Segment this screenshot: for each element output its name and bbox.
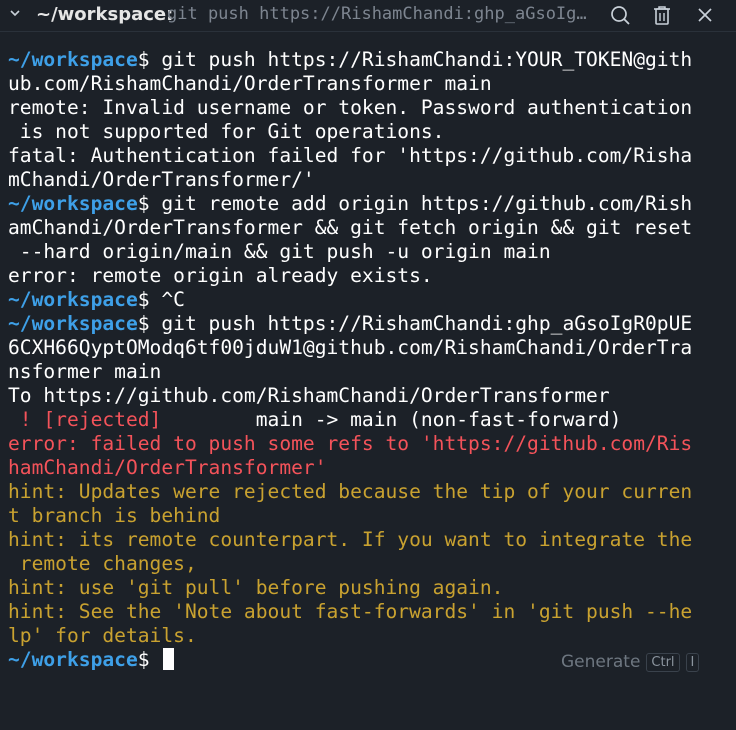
terminal-line: ~/workspace$ git push https://RishamChan… <box>8 48 732 72</box>
tab-command-preview: git push https://RishamChandi:ghp_aGsoIg… <box>167 4 595 24</box>
output-text: To https://github.com/RishamChandi/Order… <box>8 384 610 407</box>
terminal-line: ! [rejected] main -> main (non-fast-forw… <box>8 408 732 432</box>
terminal-line: ~/workspace$ git remote add origin https… <box>8 192 732 216</box>
output-text: fatal: Authentication failed for 'https:… <box>8 144 693 167</box>
prompt-path: ~/workspace <box>8 312 138 335</box>
hint-text: hint: Updates were rejected because the … <box>8 480 693 503</box>
prompt-path: ~/workspace <box>8 288 138 311</box>
terminal-line: ub.com/RishamChandi/OrderTransformer mai… <box>8 72 732 96</box>
terminal-output[interactable]: ~/workspace$ git push https://RishamChan… <box>8 48 732 672</box>
terminal-line: --hard origin/main && git push -u origin… <box>8 240 732 264</box>
search-icon[interactable] <box>609 4 631 26</box>
terminal-header: ~/workspace: git push https://RishamChan… <box>0 0 736 32</box>
output-text: ub.com/RishamChandi/OrderTransformer mai… <box>8 72 492 95</box>
error-text: error: failed to push some refs to 'http… <box>8 432 693 455</box>
output-text: --hard origin/main && git push -u origin… <box>8 240 551 263</box>
terminal-line: t branch is behind <box>8 504 732 528</box>
terminal-line: ~/workspace$ ^C <box>8 288 732 312</box>
terminal-line: hint: its remote counterpart. If you wan… <box>8 528 732 552</box>
output-text: remote: Invalid username or token. Passw… <box>8 96 693 119</box>
terminal-line: remote: Invalid username or token. Passw… <box>8 96 732 120</box>
hint-text: hint: use 'git pull' before pushing agai… <box>8 576 504 599</box>
shortcut-key-i: I <box>685 652 700 672</box>
terminal-line: lp' for details. <box>8 624 732 648</box>
terminal-line: error: failed to push some refs to 'http… <box>8 432 732 456</box>
terminal-line: hint: Updates were rejected because the … <box>8 480 732 504</box>
prompt-path: ~/workspace <box>8 192 138 215</box>
output-text: error: remote origin already exists. <box>8 264 433 287</box>
generate-label: Generate <box>561 652 641 672</box>
terminal-line: is not supported for Git operations. <box>8 120 732 144</box>
error-text: hamChandi/OrderTransformer' <box>8 456 327 479</box>
close-icon[interactable] <box>694 4 716 26</box>
terminal-line: nsformer main <box>8 360 732 384</box>
terminal-line: 6CXH66QyptOModq6tf00jduW1@github.com/Ris… <box>8 336 732 360</box>
rejected-tag: ! [rejected] <box>8 408 162 431</box>
command-input[interactable] <box>150 648 162 671</box>
output-text: mChandi/OrderTransformer/' <box>8 168 315 191</box>
terminal-cursor <box>163 648 175 670</box>
terminal-line: mChandi/OrderTransformer/' <box>8 168 732 192</box>
terminal-line: ~/workspace$ git push https://RishamChan… <box>8 312 732 336</box>
output-text: amChandi/OrderTransformer && git fetch o… <box>8 216 693 239</box>
output-text: nsformer main <box>8 360 162 383</box>
prompt-dollar: $ <box>137 648 150 671</box>
terminal-line: amChandi/OrderTransformer && git fetch o… <box>8 216 732 240</box>
hint-text: t branch is behind <box>8 504 221 527</box>
command-text: git push https://RishamChandi:YOUR_TOKEN… <box>149 48 693 71</box>
terminal-line: fatal: Authentication failed for 'https:… <box>8 144 732 168</box>
output-text: main -> main (non-fast-forward) <box>161 408 622 431</box>
hint-text: hint: its remote counterpart. If you wan… <box>8 528 693 551</box>
terminal-line: To https://github.com/RishamChandi/Order… <box>8 384 732 408</box>
terminal-line: hint: See the 'Note about fast-forwards'… <box>8 600 732 624</box>
output-text: is not supported for Git operations. <box>8 120 445 143</box>
prompt-dollar: $ <box>137 48 150 71</box>
prompt-dollar: $ <box>137 312 150 335</box>
prompt-dollar: $ <box>137 192 150 215</box>
shortcut-key-ctrl: Ctrl <box>646 652 680 672</box>
prompt-dollar: $ <box>137 288 150 311</box>
terminal-line: error: remote origin already exists. <box>8 264 732 288</box>
tab-title: ~/workspace: <box>36 4 174 25</box>
output-text: 6CXH66QyptOModq6tf00jduW1@github.com/Ris… <box>8 336 693 359</box>
terminal-line: hint: use 'git pull' before pushing agai… <box>8 576 732 600</box>
prompt-path: ~/workspace <box>8 48 138 71</box>
generate-hint[interactable]: Generate Ctrl I <box>561 650 700 674</box>
terminal-line: remote changes, <box>8 552 732 576</box>
hint-text: remote changes, <box>8 552 197 575</box>
hint-text: lp' for details. <box>8 624 197 647</box>
command-text: git push https://RishamChandi:ghp_aGsoIg… <box>149 312 693 335</box>
command-text: ^C <box>149 288 185 311</box>
hint-text: hint: See the 'Note about fast-forwards'… <box>8 600 693 623</box>
chevron-down-icon[interactable] <box>8 6 22 20</box>
prompt-path: ~/workspace <box>8 648 138 671</box>
trash-icon[interactable] <box>651 4 673 26</box>
command-text: git remote add origin https://github.com… <box>149 192 693 215</box>
terminal-line: hamChandi/OrderTransformer' <box>8 456 732 480</box>
